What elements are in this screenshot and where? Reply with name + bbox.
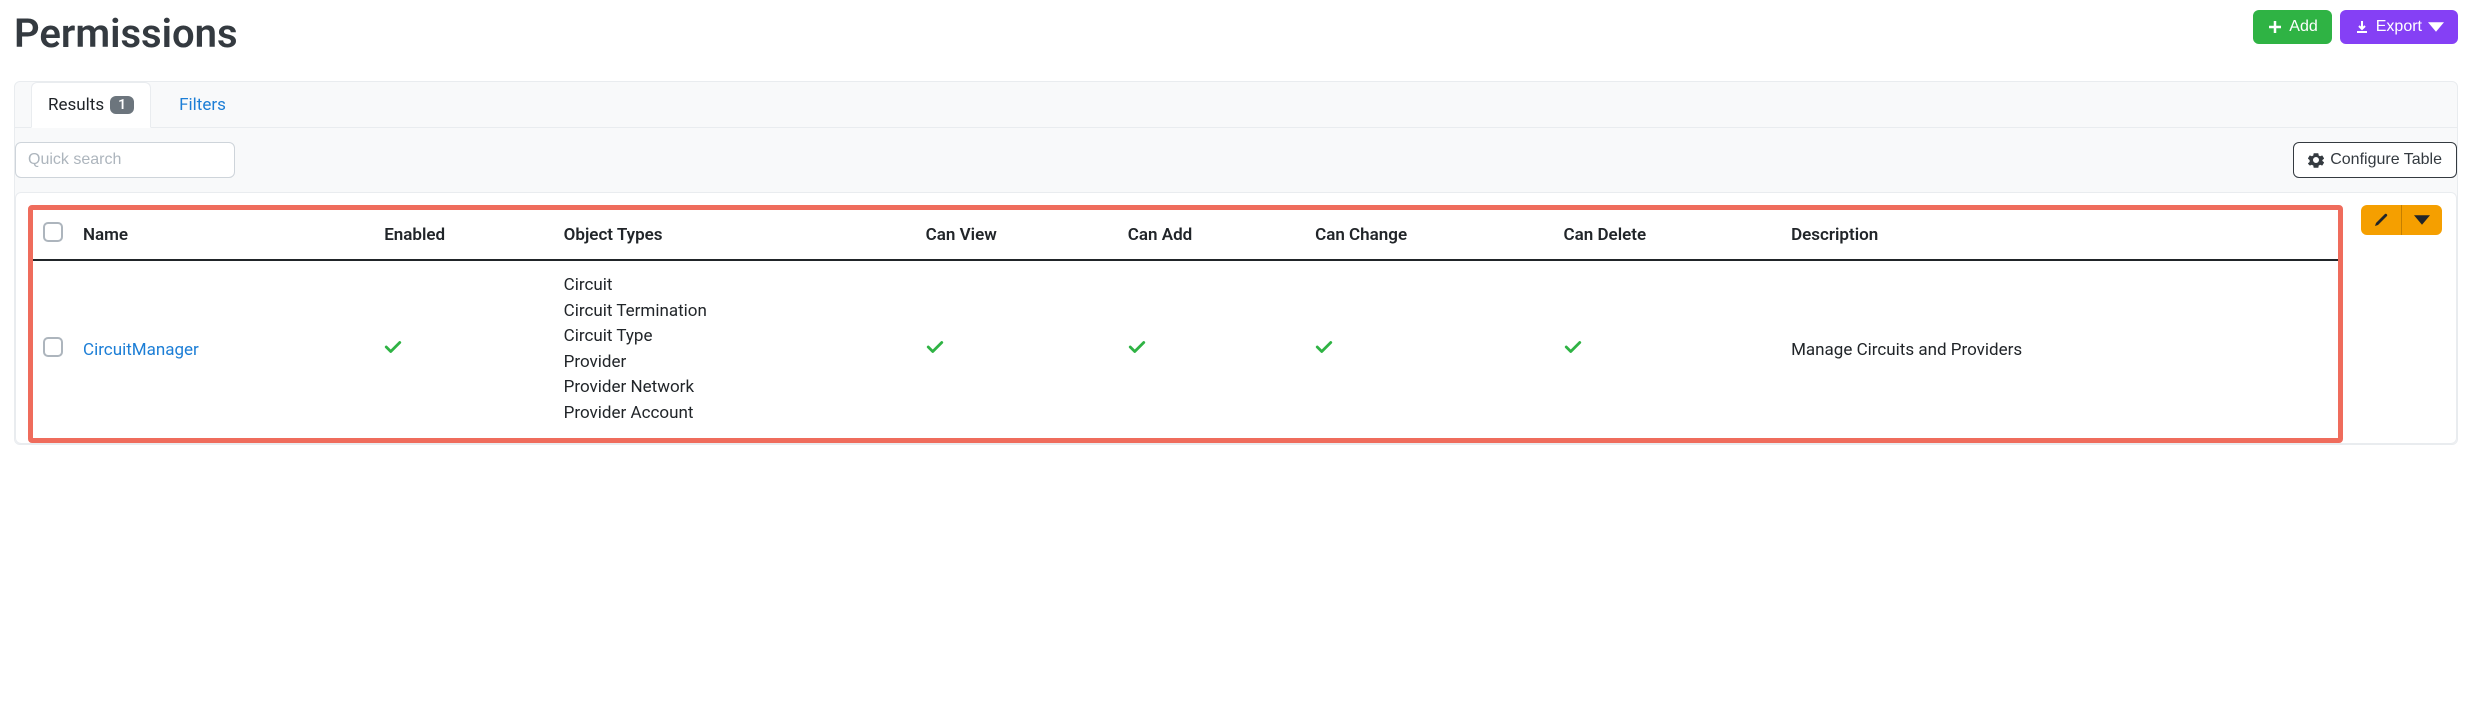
caret-down-icon (2428, 19, 2444, 35)
check-icon (926, 341, 944, 361)
pencil-icon (2373, 212, 2389, 228)
plus-icon (2267, 19, 2283, 35)
table-header-row: Name Enabled Object Types Can View Can A… (33, 210, 2338, 260)
col-can-change[interactable]: Can Change (1305, 210, 1553, 260)
results-count-badge: 1 (110, 96, 134, 114)
gear-icon (2308, 152, 2324, 168)
tab-results-label: Results (48, 95, 104, 115)
tab-filters[interactable]: Filters (175, 83, 230, 127)
highlight-box: Name Enabled Object Types Can View Can A… (28, 205, 2343, 443)
add-button[interactable]: Add (2253, 10, 2331, 44)
configure-table-button[interactable]: Configure Table (2293, 142, 2457, 178)
col-can-add[interactable]: Can Add (1118, 210, 1305, 260)
configure-table-label: Configure Table (2330, 151, 2442, 169)
col-enabled[interactable]: Enabled (374, 210, 553, 260)
col-name[interactable]: Name (73, 210, 374, 260)
edit-button[interactable] (2361, 205, 2401, 235)
permission-name-link[interactable]: CircuitManager (83, 340, 199, 360)
row-checkbox[interactable] (43, 337, 63, 357)
tab-strip: Results 1 Filters (15, 82, 2457, 128)
check-icon (1564, 341, 1582, 361)
table-container: Name Enabled Object Types Can View Can A… (15, 192, 2457, 444)
col-description[interactable]: Description (1781, 210, 2338, 260)
export-button[interactable]: Export (2340, 10, 2458, 44)
tab-results[interactable]: Results 1 (31, 82, 151, 128)
page-header: Permissions Add Export (14, 10, 2458, 57)
table-row: CircuitManager CircuitCircuit Termination… (33, 260, 2338, 438)
content-card: Results 1 Filters Configure Table Name (14, 81, 2458, 445)
cell-can-delete (1554, 260, 1782, 438)
download-icon (2354, 19, 2370, 35)
cell-can-view (916, 260, 1118, 438)
search-input[interactable] (15, 142, 235, 178)
page-title: Permissions (14, 10, 238, 57)
row-actions-dropdown[interactable] (2402, 205, 2442, 235)
select-all-checkbox[interactable] (43, 222, 63, 242)
cell-enabled (374, 260, 553, 438)
row-actions (2361, 205, 2442, 235)
check-icon (384, 341, 402, 361)
cell-object-types: CircuitCircuit TerminationCircuit TypePr… (554, 260, 916, 438)
check-icon (1315, 341, 1333, 361)
cell-can-change (1305, 260, 1553, 438)
export-button-label: Export (2376, 18, 2422, 36)
toolbar: Configure Table (15, 128, 2457, 192)
cell-description: Manage Circuits and Providers (1781, 260, 2338, 438)
col-can-delete[interactable]: Can Delete (1554, 210, 1782, 260)
caret-down-icon (2414, 212, 2430, 228)
col-object-types[interactable]: Object Types (554, 210, 916, 260)
cell-can-add (1118, 260, 1305, 438)
tab-filters-label: Filters (179, 95, 226, 115)
col-can-view[interactable]: Can View (916, 210, 1118, 260)
permissions-table: Name Enabled Object Types Can View Can A… (33, 210, 2338, 438)
header-actions: Add Export (2253, 10, 2458, 44)
add-button-label: Add (2289, 18, 2317, 36)
check-icon (1128, 341, 1146, 361)
